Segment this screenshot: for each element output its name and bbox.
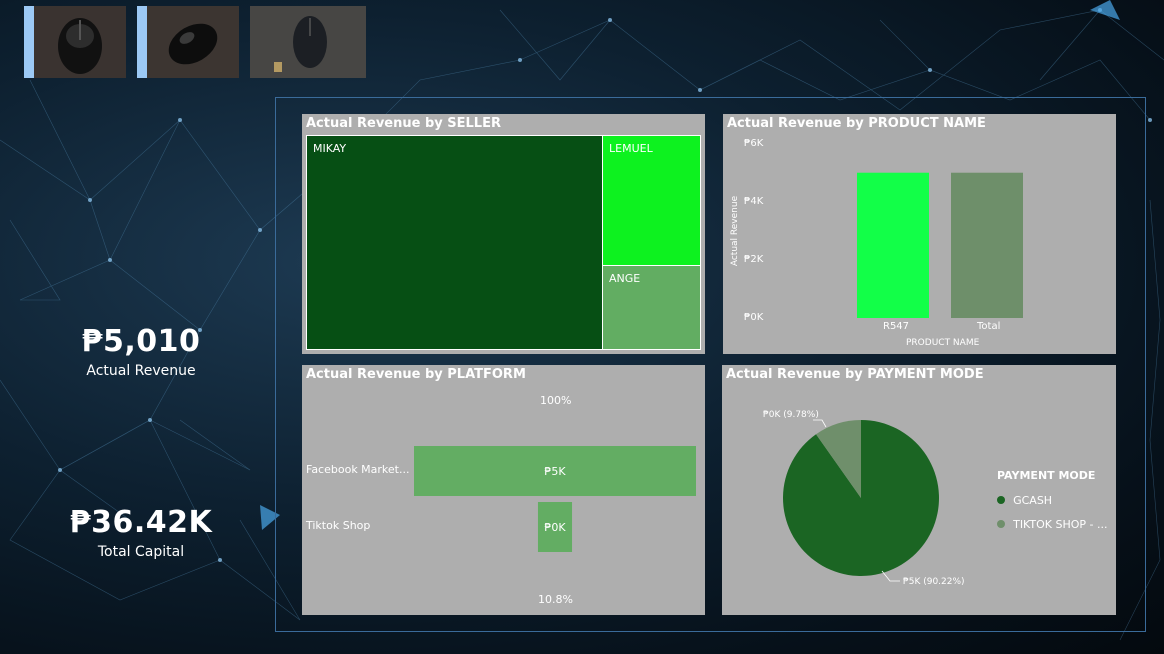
legend-dot: [997, 496, 1005, 504]
cell-label: MIKAY: [313, 142, 347, 155]
funnel-bottom-percent: 10.8%: [538, 593, 573, 606]
pie-leader-line: [881, 570, 900, 582]
funnel-value-label: ₱5K: [544, 465, 566, 478]
mouse-icon: [147, 6, 239, 78]
cell-label: ANGE: [609, 272, 641, 285]
kpi-value: ₱36.42K: [69, 505, 213, 540]
product-thumbnail-1[interactable]: [24, 6, 126, 78]
mouse-icon: [250, 6, 366, 78]
payment-pie-panel[interactable]: Actual Revenue by PAYMENT MODE ₱0K (9.78…: [722, 365, 1116, 615]
legend-item-tiktok[interactable]: TIKTOK SHOP - ...: [997, 513, 1108, 532]
bar-r547[interactable]: [857, 172, 929, 318]
kpi-value: ₱5,010: [81, 324, 201, 359]
mouse-icon: [34, 6, 126, 78]
product-chart-panel[interactable]: Actual Revenue by PRODUCT NAME ₱6K ₱4K ₱…: [723, 114, 1116, 354]
legend-label: TIKTOK SHOP - ...: [1013, 518, 1108, 531]
pie-label: ₱0K (9.78%): [763, 410, 819, 420]
kpi-label: Actual Revenue: [86, 363, 196, 379]
treemap-cell-lemuel[interactable]: LEMUEL: [602, 135, 701, 266]
treemap-cell-ange[interactable]: ANGE: [602, 265, 701, 350]
funnel-value-label: ₱0K: [544, 521, 566, 534]
product-bars: [857, 172, 1023, 318]
legend-title: PAYMENT MODE: [997, 469, 1096, 482]
cell-label: LEMUEL: [609, 142, 653, 155]
kpi-actual-revenue: ₱5,010 Actual Revenue: [41, 324, 241, 379]
thumbnail-accent: [24, 6, 34, 78]
pie-leader-line: [813, 419, 827, 428]
bar-total[interactable]: [951, 172, 1023, 318]
thumbnail-accent: [137, 6, 147, 78]
legend-item-gcash[interactable]: GCASH: [997, 489, 1052, 508]
x-tick-label: R547: [883, 321, 910, 332]
kpi-total-capital: ₱36.42K Total Capital: [41, 505, 241, 560]
panel-title: Actual Revenue by SELLER: [306, 116, 501, 131]
x-tick-label: Total: [977, 321, 1001, 332]
product-thumbnail-3[interactable]: [250, 6, 366, 78]
funnel-bars: ₱5K ₱0K: [414, 446, 696, 552]
product-thumbnail-2[interactable]: [137, 6, 239, 78]
x-axis-title: PRODUCT NAME: [906, 338, 980, 348]
pie-label: ₱5K (90.22%): [903, 577, 965, 587]
seller-treemap-panel[interactable]: Actual Revenue by SELLER MIKAY LEMUEL AN…: [302, 114, 705, 354]
platform-funnel-panel[interactable]: Actual Revenue by PLATFORM 100% Facebook…: [302, 365, 705, 615]
legend-dot: [997, 520, 1005, 528]
legend-label: GCASH: [1013, 494, 1053, 507]
treemap-cell-mikay[interactable]: MIKAY: [306, 135, 603, 350]
kpi-label: Total Capital: [97, 544, 185, 560]
